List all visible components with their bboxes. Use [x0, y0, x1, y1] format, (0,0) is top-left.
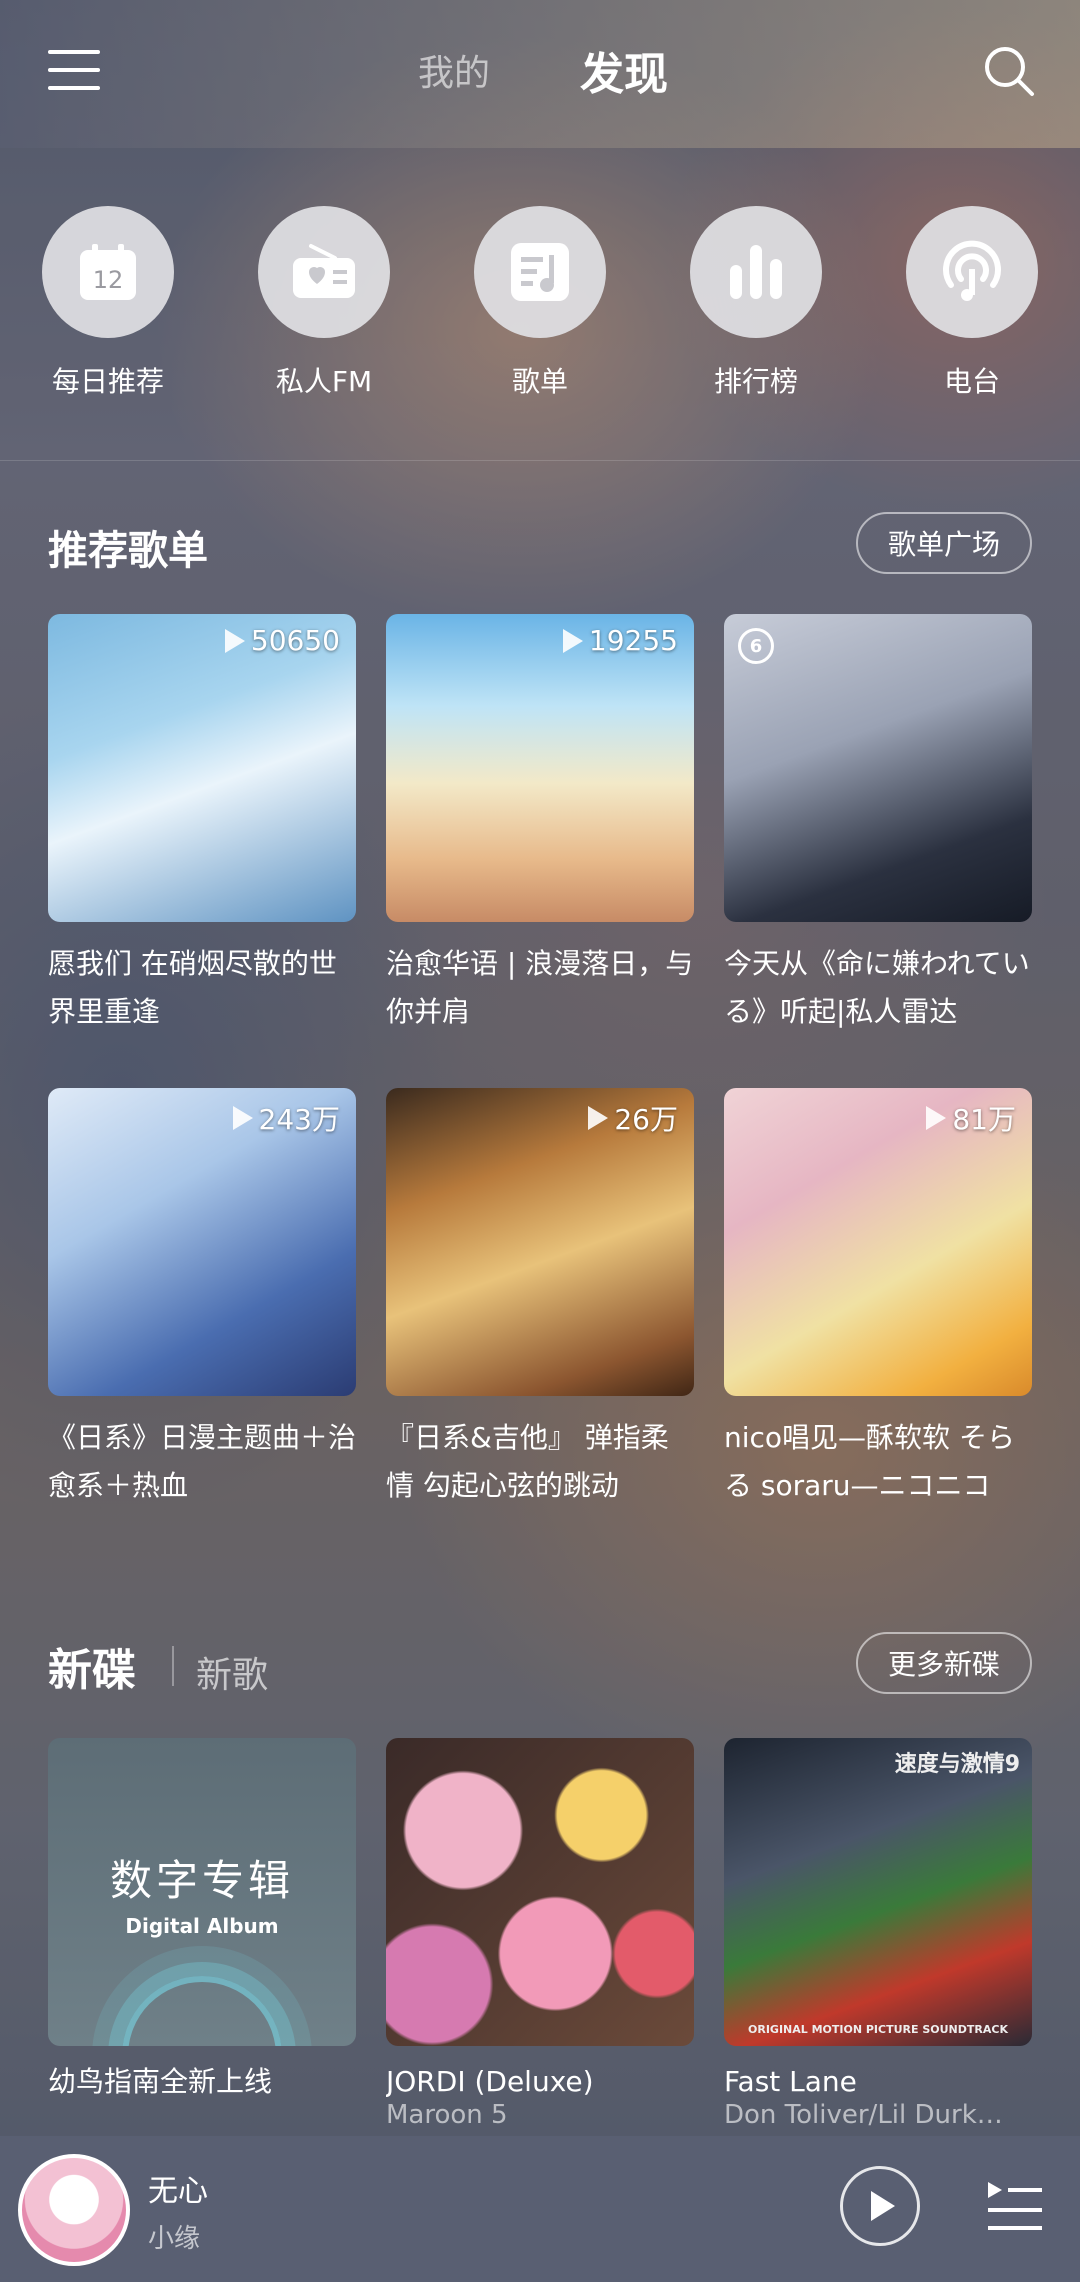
album-cover: 速度与激情9 ORIGINAL MOTION PICTURE SOUNDTRAC…	[724, 1738, 1032, 2046]
playlist-card[interactable]: 243万 《日系》日漫主题曲＋治愈系＋热血	[48, 1088, 356, 1510]
playlist-card[interactable]: 6 今天从《命に嫌われている》听起|私人雷达	[724, 614, 1032, 1036]
play-count-icon	[562, 628, 583, 653]
playlist-cover: 50650	[48, 614, 356, 922]
category-row: 12 每日推荐 私人FM 歌单 排行榜 电台	[0, 206, 1080, 416]
tab-new-albums[interactable]: 新碟	[48, 1634, 136, 1698]
playlist-card[interactable]: 50650 愿我们 在硝烟尽散的世界里重逢	[48, 614, 356, 1036]
play-count-icon	[926, 1106, 947, 1130]
more-albums-button[interactable]: 更多新碟	[856, 1632, 1032, 1694]
album-card[interactable]: JORDI (Deluxe) Maroon 5	[386, 1738, 694, 2130]
play-count: 19255	[562, 624, 678, 657]
playlist-title: 『日系&吉他』 弹指柔情 勾起心弦的跳动	[386, 1421, 669, 1502]
category-label: 私人FM	[275, 365, 373, 398]
playlist-title: nico唱见—酥软软 そらる soraru—ニコニコ	[724, 1421, 1015, 1502]
top-bar: 我的 发现	[0, 0, 1080, 148]
album-title: JORDI (Deluxe)	[386, 2065, 594, 2098]
radio-icon	[258, 206, 390, 338]
play-count-icon	[588, 1106, 609, 1130]
album-artist: Maroon 5	[386, 2100, 508, 2130]
playlist-title: 愿我们 在硝烟尽散的世界里重逢	[48, 947, 337, 1028]
search-icon[interactable]	[982, 44, 1036, 98]
category-daily[interactable]: 12 每日推荐	[8, 206, 208, 400]
tab-separator	[172, 1646, 174, 1686]
play-count: 50650	[224, 624, 340, 657]
play-count-icon	[224, 628, 245, 653]
play-count: 243万	[232, 1098, 340, 1138]
podcast-icon	[906, 206, 1038, 338]
bar-chart-icon	[690, 206, 822, 338]
cover-text-main: 速度与激情9	[894, 1752, 1020, 1777]
album-cover: 数字专辑 Digital Album	[48, 1738, 356, 2046]
mini-player[interactable]: 无心 小缘	[0, 2136, 1080, 2282]
play-count-icon	[232, 1106, 253, 1130]
album-avatar[interactable]	[18, 2154, 130, 2266]
now-playing-artist: 小缘	[148, 2224, 201, 2254]
play-button[interactable]	[840, 2166, 920, 2246]
tab-mine[interactable]: 我的	[418, 44, 490, 96]
playlist-card[interactable]: 81万 nico唱见—酥软软 そらる soraru—ニコニコ	[724, 1088, 1032, 1510]
playlist-cover: 6	[724, 614, 1032, 922]
playlist-title: 今天从《命に嫌われている》听起|私人雷达	[724, 947, 1030, 1028]
album-artist: Don Toliver/Lil Durk…	[724, 2100, 1003, 2130]
tab-discover[interactable]: 发现	[580, 38, 668, 102]
category-radio[interactable]: 电台	[872, 206, 1072, 400]
category-label: 每日推荐	[51, 365, 164, 398]
category-playlist[interactable]: 歌单	[440, 206, 640, 400]
playlist-cover: 243万	[48, 1088, 356, 1396]
album-cover	[386, 1738, 694, 2046]
cover-rings-decoration	[122, 1976, 282, 2046]
playlist-card[interactable]: 19255 治愈华语 | 浪漫落日，与你并肩	[386, 614, 694, 1036]
cover-text-main: 数字专辑	[109, 1855, 294, 1905]
hamburger-menu-icon[interactable]	[48, 50, 100, 90]
category-label: 歌单	[511, 365, 568, 398]
section-title-recommended: 推荐歌单	[48, 528, 208, 574]
album-title: Fast Lane	[724, 2065, 857, 2098]
playlist-square-button[interactable]: 歌单广场	[856, 512, 1032, 574]
calendar-date: 12	[93, 266, 124, 294]
playlist-queue-icon[interactable]	[984, 2178, 1044, 2234]
album-card[interactable]: 速度与激情9 ORIGINAL MOTION PICTURE SOUNDTRAC…	[724, 1738, 1032, 2130]
play-icon	[871, 2191, 895, 2221]
album-title: 幼鸟指南全新上线	[48, 2065, 273, 2098]
playlist-card[interactable]: 26万 『日系&吉他』 弹指柔情 勾起心弦的跳动	[386, 1088, 694, 1510]
netease-logo-icon: 6	[738, 628, 774, 664]
category-charts[interactable]: 排行榜	[656, 206, 856, 400]
play-count: 26万	[588, 1098, 678, 1138]
album-card[interactable]: 数字专辑 Digital Album 幼鸟指南全新上线	[48, 1738, 356, 2100]
playlist-cover: 26万	[386, 1088, 694, 1396]
now-playing-title: 无心	[148, 2174, 208, 2209]
divider	[0, 460, 1080, 461]
cover-text-sub: Digital Album	[125, 1913, 279, 1938]
cover-text-sub: ORIGINAL MOTION PICTURE SOUNDTRACK	[748, 2023, 1008, 2036]
tab-new-songs[interactable]: 新歌	[196, 1646, 268, 1698]
category-label: 排行榜	[713, 365, 798, 398]
category-fm[interactable]: 私人FM	[224, 206, 424, 400]
calendar-icon: 12	[42, 206, 174, 338]
playlist-icon	[474, 206, 606, 338]
playlist-cover: 81万	[724, 1088, 1032, 1396]
category-label: 电台	[943, 365, 1000, 398]
play-count: 81万	[926, 1098, 1016, 1138]
playlist-cover: 19255	[386, 614, 694, 922]
playlist-title: 治愈华语 | 浪漫落日，与你并肩	[386, 947, 694, 1028]
playlist-title: 《日系》日漫主题曲＋治愈系＋热血	[48, 1421, 356, 1502]
